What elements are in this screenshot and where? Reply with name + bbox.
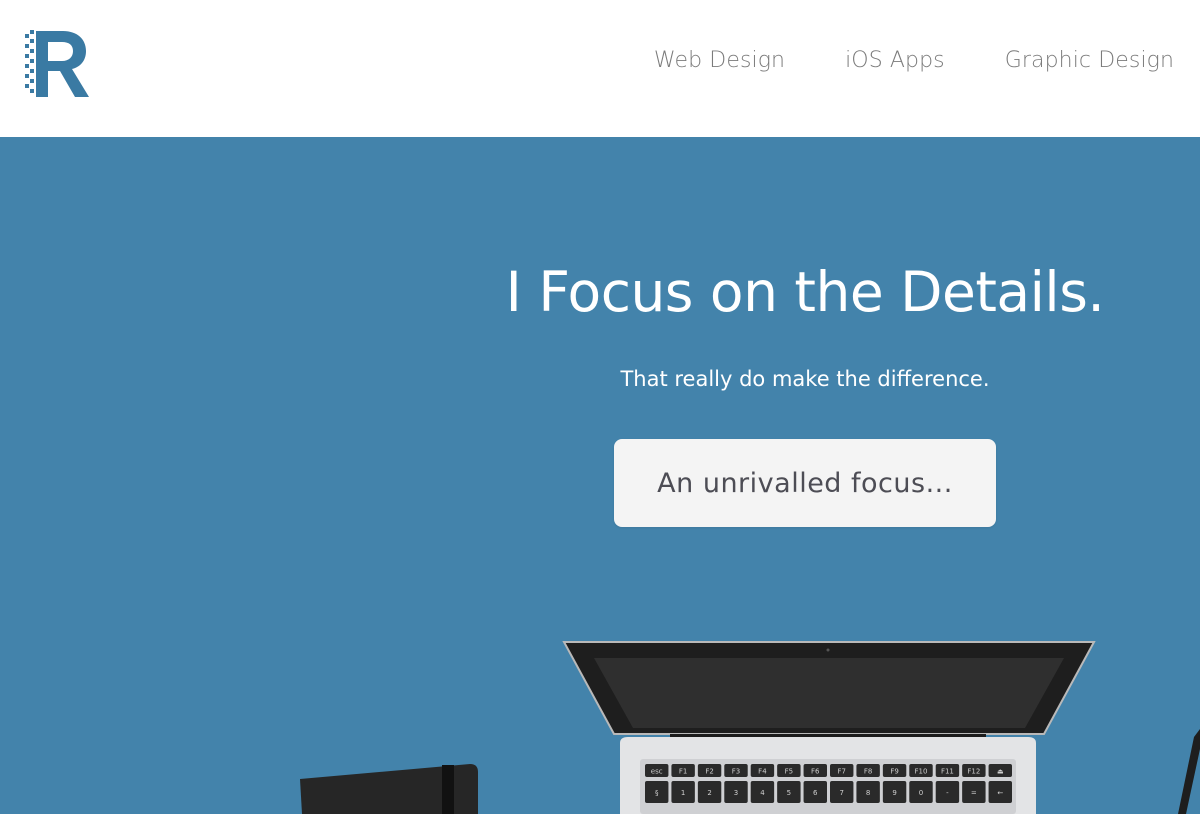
keyboard-key-label: 8 — [866, 789, 870, 797]
keyboard-key-label: 5 — [787, 789, 791, 797]
keyboard-key-label: F5 — [785, 768, 793, 776]
keyboard-key-label: esc — [651, 768, 663, 776]
keyboard-key-label: = — [971, 789, 977, 797]
laptop-illustration: esc F1 F2 F3 F4 F5 F6 F7 F8 F9 F10 F11 F12 ⏏ § 1 2 3 4 5 6 7… — [562, 641, 1096, 814]
keyboard-key-label: F3 — [732, 768, 740, 776]
nav-graphic-design[interactable]: Graphic Design — [1005, 48, 1174, 73]
keyboard-key-label: 3 — [734, 789, 738, 797]
page: Web Design iOS Apps Graphic Design I Foc… — [0, 0, 1200, 814]
logo-icon — [25, 30, 89, 97]
keyboard-key-label: 9 — [892, 789, 896, 797]
keyboard-key-label: 0 — [919, 789, 923, 797]
keyboard-key-label: 4 — [760, 789, 765, 797]
site-header: Web Design iOS Apps Graphic Design — [0, 0, 1200, 137]
keyboard-key-label: F4 — [758, 768, 767, 776]
notebook-illustration — [300, 764, 478, 814]
keyboard-key-label: F1 — [679, 768, 687, 776]
keyboard-key-label: § — [655, 789, 659, 797]
keyboard-key-label: F9 — [890, 768, 898, 776]
keyboard-key-label: 7 — [839, 789, 843, 797]
keyboard-key-label: F7 — [837, 768, 845, 776]
keyboard-key-label: F11 — [941, 768, 954, 776]
hero-illustration: esc F1 F2 F3 F4 F5 F6 F7 F8 F9 F10 F11 F12 ⏏ § 1 2 3 4 5 6 7… — [300, 641, 1200, 814]
nav-ios-apps[interactable]: iOS Apps — [845, 48, 945, 73]
keyboard-key-label: 6 — [813, 789, 818, 797]
keyboard-key-label: ⏏ — [997, 768, 1004, 776]
logo[interactable] — [25, 30, 91, 100]
keyboard-key-label: 2 — [707, 789, 711, 797]
keyboard-key-label: F12 — [967, 768, 980, 776]
keyboard-key-label: F8 — [864, 768, 872, 776]
keyboard-key-label: F6 — [811, 768, 820, 776]
main-nav: Web Design iOS Apps Graphic Design — [654, 48, 1174, 73]
nav-web-design[interactable]: Web Design — [654, 48, 785, 73]
tablet-edge-illustration — [1178, 729, 1200, 814]
hero-section: I Focus on the Details. That really do m… — [0, 137, 1200, 814]
keyboard-key-label: 1 — [681, 789, 685, 797]
keyboard-key-label: ← — [997, 789, 1003, 797]
keyboard-key-label: F10 — [915, 768, 928, 776]
keyboard-key-label: F2 — [705, 768, 713, 776]
